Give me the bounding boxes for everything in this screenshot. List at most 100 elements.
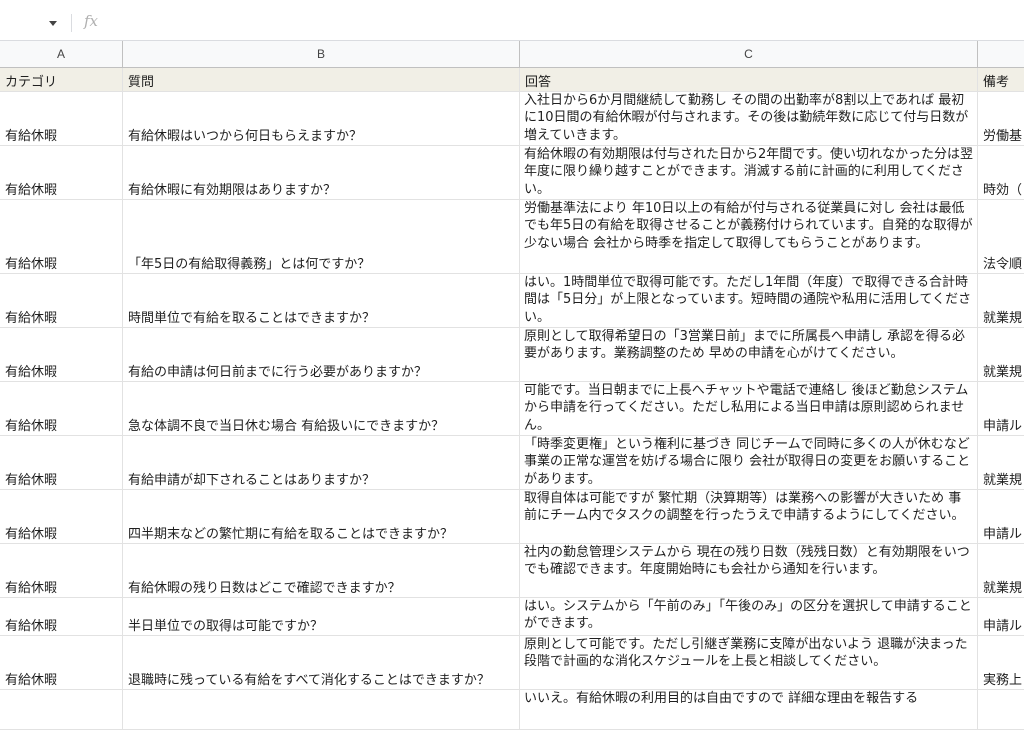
category-cell-text: 有給休暇	[5, 183, 58, 198]
column-header-a[interactable]: A	[0, 41, 123, 67]
notes-cell[interactable]: 就業規	[978, 436, 1024, 489]
answer-cell[interactable]: はい。システムから「午前のみ」「午後のみ」の区分を選択して申請することができます…	[520, 598, 978, 635]
answer-cell[interactable]: 原則として取得希望日の「3営業日前」までに所属長へ申請し 承認を得る必要がありま…	[520, 328, 978, 381]
notes-cell-text: 法令順	[983, 257, 1023, 272]
notes-cell[interactable]: 申請ル	[978, 382, 1024, 435]
category-cell-text: 有給休暇	[5, 419, 58, 434]
answer-cell[interactable]: 社内の勤怠管理システムから 現在の残り日数（残残日数）と有効期限をいつでも確認で…	[520, 544, 978, 597]
header-row: カテゴリ 質問 回答 備考	[0, 68, 1024, 92]
notes-cell[interactable]: 申請ル	[978, 598, 1024, 635]
question-cell[interactable]: 「年5日の有給取得義務」とは何ですか？	[123, 200, 520, 273]
notes-cell-text: 就業規	[983, 311, 1023, 326]
fx-icon: fx	[84, 12, 99, 30]
question-cell-text: 半日単位での取得は可能ですか？	[128, 619, 324, 634]
notes-cell[interactable]: 就業規	[978, 544, 1024, 597]
category-cell-text: 有給休暇	[5, 527, 58, 542]
category-cell-text: 有給休暇	[5, 473, 58, 488]
category-cell[interactable]: 有給休暇	[0, 636, 123, 689]
category-cell-text: 有給休暇	[5, 129, 58, 144]
category-cell-text: 有給休暇	[5, 673, 58, 688]
header-cell-answer[interactable]: 回答	[520, 68, 978, 91]
notes-cell[interactable]: 実務上	[978, 636, 1024, 689]
category-cell-text: 有給休暇	[5, 257, 58, 272]
question-cell[interactable]: 有給申請が却下されることはありますか？	[123, 436, 520, 489]
answer-cell-text: 社内の勤怠管理システムから 現在の残り日数（残残日数）と有効期限をいつでも確認で…	[524, 545, 970, 578]
question-cell[interactable]: 有給の申請は何日前までに行う必要がありますか？	[123, 328, 520, 381]
answer-cell[interactable]: 有給休暇の有効期限は付与された日から2年間です。使い切れなかった分は翌年度に限り…	[520, 146, 978, 199]
notes-cell[interactable]: 労働基	[978, 92, 1024, 145]
answer-cell-text: 「時季変更権」という権利に基づき 同じチームで同時に多くの人が休むなど 事業の正…	[524, 437, 971, 487]
notes-cell[interactable]: 法令順	[978, 200, 1024, 273]
question-cell[interactable]: 有給休暇に有効期限はありますか？	[123, 146, 520, 199]
category-cell[interactable]: 有給休暇	[0, 92, 123, 145]
column-header-bar: A B C	[0, 41, 1024, 68]
question-cell-text: 有給の申請は何日前までに行う必要がありますか？	[128, 365, 428, 380]
header-cell-category[interactable]: カテゴリ	[0, 68, 123, 91]
answer-cell-text: 原則として可能です。ただし引継ぎ業務に支障が出ないよう 退職が決まった段階で計画…	[524, 637, 968, 670]
category-cell[interactable]: 有給休暇	[0, 328, 123, 381]
answer-cell-text: いいえ。有給休暇の利用目的は自由ですので 詳細な理由を報告する	[524, 691, 919, 706]
table-row: 有給休暇 有給休暇に有効期限はありますか？ 有給休暇の有効期限は付与された日から2年…	[0, 146, 1024, 200]
formula-input[interactable]	[110, 10, 970, 32]
category-cell[interactable]: 有給休暇	[0, 382, 123, 435]
answer-cell[interactable]: 労働基準法により 年10日以上の有給が付与される従業員に対し 会社は最低でも年5…	[520, 200, 978, 273]
question-cell-text: 四半期末などの繁忙期に有給を取ることはできますか？	[128, 527, 454, 542]
notes-cell-text: 時効（	[983, 183, 1023, 198]
question-cell[interactable]: 有給休暇はいつから何日もらえますか？	[123, 92, 520, 145]
table-row: 有給休暇 時間単位で有給を取ることはできますか？ はい。1時間単位で取得可能です。た…	[0, 274, 1024, 328]
notes-cell-text: 実務上	[983, 673, 1023, 688]
answer-cell-text: 労働基準法により 年10日以上の有給が付与される従業員に対し 会社は最低でも年5…	[524, 201, 973, 251]
answer-cell[interactable]: はい。1時間単位で取得可能です。ただし1年間（年度）で取得できる合計時間は「5日…	[520, 274, 978, 327]
name-box-dropdown-icon[interactable]	[49, 21, 57, 26]
notes-cell[interactable]: 申請ル	[978, 490, 1024, 543]
table-row: 有給休暇 有給の申請は何日前までに行う必要がありますか？ 原則として取得希望日の「3…	[0, 328, 1024, 382]
answer-cell-text: 可能です。当日朝までに上長へチャットや電話で連絡し 後ほど勤怠システムから申請を…	[524, 383, 969, 433]
question-cell[interactable]: 半日単位での取得は可能ですか？	[123, 598, 520, 635]
question-cell[interactable]: 急な体調不良で当日休む場合 有給扱いにできますか？	[123, 382, 520, 435]
formula-bar: fx	[0, 0, 1024, 41]
category-cell[interactable]: 有給休暇	[0, 200, 123, 273]
answer-cell-text: はい。1時間単位で取得可能です。ただし1年間（年度）で取得できる合計時間は「5日…	[524, 275, 972, 325]
answer-cell[interactable]: 原則として可能です。ただし引継ぎ業務に支障が出ないよう 退職が決まった段階で計画…	[520, 636, 978, 689]
notes-cell-text: 労働基	[983, 129, 1023, 144]
notes-cell[interactable]: 就業規	[978, 328, 1024, 381]
notes-cell[interactable]: 就業規	[978, 274, 1024, 327]
answer-cell[interactable]: いいえ。有給休暇の利用目的は自由ですので 詳細な理由を報告する	[520, 690, 978, 729]
header-cell-question[interactable]: 質問	[123, 68, 520, 91]
formula-bar-divider	[71, 14, 72, 32]
column-header-b[interactable]: B	[123, 41, 520, 67]
question-cell[interactable]	[123, 690, 520, 729]
answer-cell[interactable]: 取得自体は可能ですが 繁忙期（決算期等）は業務への影響が大きいため 事前にチーム…	[520, 490, 978, 543]
question-cell[interactable]: 有給休暇の残り日数はどこで確認できますか？	[123, 544, 520, 597]
notes-cell[interactable]	[978, 690, 1024, 729]
question-cell-text: 退職時に残っている有給をすべて消化することはできますか？	[128, 673, 490, 688]
category-cell-text: 有給休暇	[5, 365, 58, 380]
category-cell[interactable]	[0, 690, 123, 729]
question-cell-text: 有給申請が却下されることはありますか？	[128, 473, 376, 488]
notes-cell[interactable]: 時効（	[978, 146, 1024, 199]
question-cell[interactable]: 時間単位で有給を取ることはできますか？	[123, 274, 520, 327]
header-cell-notes[interactable]: 備考	[978, 68, 1024, 91]
table-row: 有給休暇 有給休暇の残り日数はどこで確認できますか？ 社内の勤怠管理システムから 現…	[0, 544, 1024, 598]
answer-cell-text: 入社日から6か月間継続して勤務し その間の出勤率が8割以上であれば 最初に10日…	[524, 93, 969, 143]
column-header-c[interactable]: C	[520, 41, 978, 67]
answer-cell-text: はい。システムから「午前のみ」「午後のみ」の区分を選択して申請することができます…	[524, 599, 972, 632]
answer-cell-text: 原則として取得希望日の「3営業日前」までに所属長へ申請し 承認を得る必要がありま…	[524, 329, 966, 362]
column-header-d[interactable]	[978, 41, 1024, 67]
answer-cell[interactable]: 入社日から6か月間継続して勤務し その間の出勤率が8割以上であれば 最初に10日…	[520, 92, 978, 145]
table-row: いいえ。有給休暇の利用目的は自由ですので 詳細な理由を報告する	[0, 690, 1024, 730]
notes-cell-text: 申請ル	[983, 619, 1023, 634]
answer-cell[interactable]: 可能です。当日朝までに上長へチャットや電話で連絡し 後ほど勤怠システムから申請を…	[520, 382, 978, 435]
category-cell[interactable]: 有給休暇	[0, 490, 123, 543]
category-cell[interactable]: 有給休暇	[0, 544, 123, 597]
category-cell[interactable]: 有給休暇	[0, 274, 123, 327]
category-cell[interactable]: 有給休暇	[0, 598, 123, 635]
category-cell[interactable]: 有給休暇	[0, 436, 123, 489]
question-cell[interactable]: 四半期末などの繁忙期に有給を取ることはできますか？	[123, 490, 520, 543]
notes-cell-text: 就業規	[983, 365, 1023, 380]
category-cell[interactable]: 有給休暇	[0, 146, 123, 199]
answer-cell[interactable]: 「時季変更権」という権利に基づき 同じチームで同時に多くの人が休むなど 事業の正…	[520, 436, 978, 489]
name-box[interactable]	[0, 8, 66, 32]
question-cell[interactable]: 退職時に残っている有給をすべて消化することはできますか？	[123, 636, 520, 689]
answer-cell-text: 取得自体は可能ですが 繁忙期（決算期等）は業務への影響が大きいため 事前にチーム…	[524, 491, 965, 524]
